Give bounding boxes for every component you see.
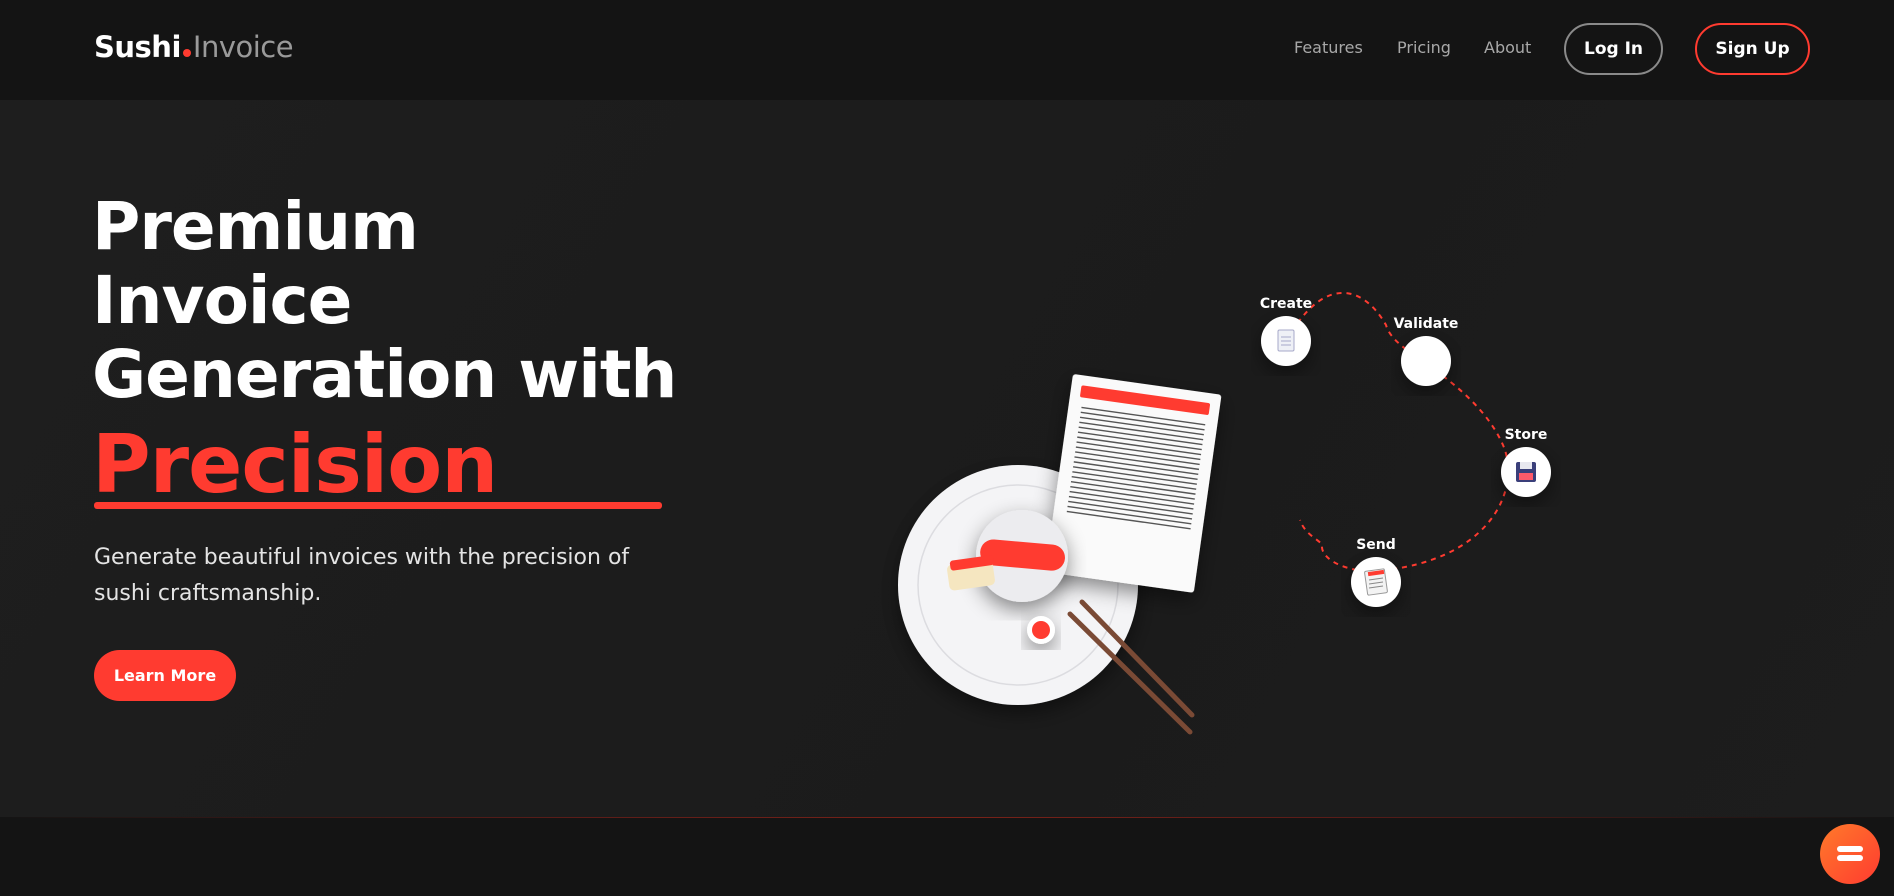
- workflow-step-store[interactable]: Store: [1501, 427, 1551, 497]
- workflow-label-send: Send: [1356, 537, 1396, 553]
- invoice-paper-icon: [1045, 374, 1222, 593]
- workflow-step-create[interactable]: Create: [1260, 296, 1312, 366]
- floating-action-button[interactable]: [1820, 824, 1880, 884]
- logo-brand: Sushi: [94, 30, 181, 64]
- sushi-icon: [1837, 846, 1863, 862]
- logo[interactable]: Sushi Invoice: [94, 30, 294, 64]
- logo-dot: [182, 49, 191, 57]
- hero-headline: Premium Invoice Generation with: [92, 190, 712, 412]
- learn-more-button[interactable]: Learn More: [94, 650, 236, 701]
- footer-strip: [0, 817, 1894, 896]
- highlight-underline: [94, 502, 662, 509]
- footer-divider: [0, 817, 1894, 818]
- nav-link-pricing[interactable]: Pricing: [1397, 38, 1451, 57]
- signup-button[interactable]: Sign Up: [1695, 23, 1810, 75]
- workflow-label-create: Create: [1260, 296, 1312, 312]
- headline-highlight: Precision: [92, 418, 498, 511]
- logo-product: Invoice: [192, 30, 294, 64]
- workflow-step-send[interactable]: Send: [1351, 537, 1401, 607]
- headline-line-3: Generation with: [92, 336, 677, 413]
- headline-line-1: Premium: [92, 188, 419, 265]
- nav-link-features[interactable]: Features: [1294, 38, 1363, 57]
- workflow-label-store: Store: [1505, 427, 1548, 443]
- workflow-label-validate: Validate: [1394, 316, 1459, 332]
- hero-illustration: Create Validate Store Send: [898, 291, 1551, 735]
- headline-line-2: Invoice: [92, 262, 352, 339]
- login-button[interactable]: Log In: [1564, 23, 1663, 75]
- blank-circle-icon: [1401, 336, 1451, 386]
- hero-subtitle: Generate beautiful invoices with the pre…: [94, 545, 630, 606]
- workflow-diagram: Create Validate Store Send: [1260, 291, 1551, 607]
- navbar: Sushi Invoice Features Pricing About Log …: [0, 0, 1894, 100]
- workflow-step-validate[interactable]: Validate: [1394, 316, 1459, 386]
- nav-link-about[interactable]: About: [1484, 38, 1531, 57]
- sushi-plate-illustration: [898, 374, 1222, 735]
